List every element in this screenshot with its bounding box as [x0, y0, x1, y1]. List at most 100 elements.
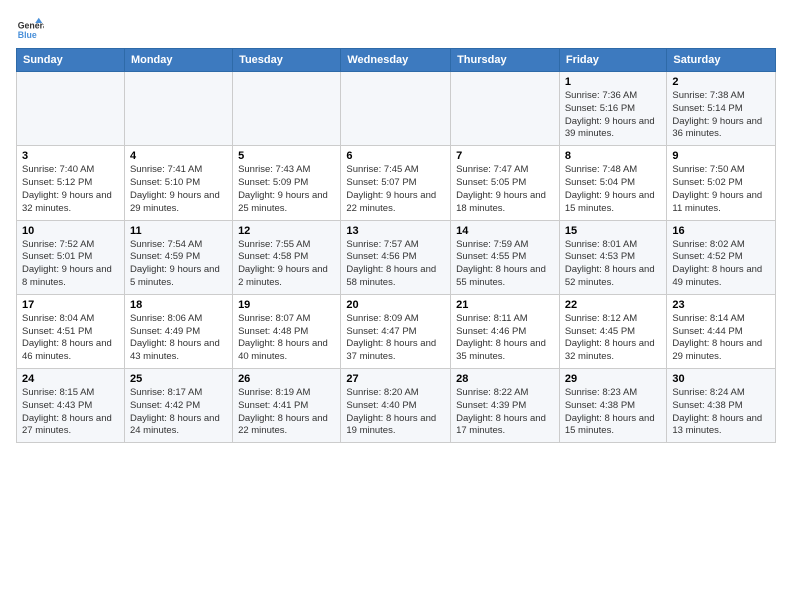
cell-info: Sunrise: 7:41 AM Sunset: 5:10 PM Dayligh…	[130, 164, 227, 215]
cell-day-number: 9	[672, 150, 770, 162]
calendar-cell: 21 Sunrise: 8:11 AM Sunset: 4:46 PM Dayli…	[451, 294, 560, 368]
weekday-header-monday: Monday	[124, 49, 232, 72]
cell-info: Sunrise: 8:06 AM Sunset: 4:49 PM Dayligh…	[130, 313, 227, 364]
calendar-cell: 13 Sunrise: 7:57 AM Sunset: 4:56 PM Dayli…	[341, 220, 451, 294]
cell-day-number: 12	[238, 225, 335, 237]
cell-info: Sunrise: 8:01 AM Sunset: 4:53 PM Dayligh…	[565, 239, 662, 290]
calendar-table: SundayMondayTuesdayWednesdayThursdayFrid…	[16, 48, 776, 443]
calendar-cell: 23Sunrise: 8:14 AM Sunset: 4:44 PM Dayli…	[667, 294, 776, 368]
calendar-cell: 3Sunrise: 7:40 AM Sunset: 5:12 PM Daylig…	[17, 146, 125, 220]
cell-day-number: 7	[456, 150, 554, 162]
calendar-cell: 29Sunrise: 8:23 AM Sunset: 4:38 PM Dayli…	[559, 369, 667, 443]
cell-info: Sunrise: 7:57 AM Sunset: 4:56 PM Dayligh…	[346, 239, 445, 290]
calendar-cell	[341, 72, 451, 146]
week-row-4: 17Sunrise: 8:04 AM Sunset: 4:51 PM Dayli…	[17, 294, 776, 368]
calendar-cell: 10 Sunrise: 7:52 AM Sunset: 5:01 PM Dayli…	[17, 220, 125, 294]
cell-info: Sunrise: 8:23 AM Sunset: 4:38 PM Dayligh…	[565, 387, 662, 438]
calendar-cell: 22 Sunrise: 8:12 AM Sunset: 4:45 PM Dayli…	[559, 294, 667, 368]
weekday-header-wednesday: Wednesday	[341, 49, 451, 72]
cell-info: Sunrise: 7:50 AM Sunset: 5:02 PM Dayligh…	[672, 164, 770, 215]
calendar-cell: 28 Sunrise: 8:22 AM Sunset: 4:39 PM Dayli…	[451, 369, 560, 443]
cell-day-number: 15	[565, 225, 662, 237]
weekday-header-tuesday: Tuesday	[233, 49, 341, 72]
calendar-cell: 1 Sunrise: 7:36 AM Sunset: 5:16 PM Daylig…	[559, 72, 667, 146]
cell-info: Sunrise: 8:24 AM Sunset: 4:38 PM Dayligh…	[672, 387, 770, 438]
cell-day-number: 3	[22, 150, 119, 162]
calendar-cell: 9 Sunrise: 7:50 AM Sunset: 5:02 PM Daylig…	[667, 146, 776, 220]
calendar-cell: 19 Sunrise: 8:07 AM Sunset: 4:48 PM Dayli…	[233, 294, 341, 368]
calendar-cell: 27 Sunrise: 8:20 AM Sunset: 4:40 PM Dayli…	[341, 369, 451, 443]
cell-info: Sunrise: 8:15 AM Sunset: 4:43 PM Dayligh…	[22, 387, 119, 438]
cell-day-number: 6	[346, 150, 445, 162]
cell-info: Sunrise: 7:48 AM Sunset: 5:04 PM Dayligh…	[565, 164, 662, 215]
calendar-cell: 5Sunrise: 7:43 AM Sunset: 5:09 PM Daylig…	[233, 146, 341, 220]
cell-day-number: 30	[672, 373, 770, 385]
week-row-3: 10 Sunrise: 7:52 AM Sunset: 5:01 PM Dayli…	[17, 220, 776, 294]
calendar-cell	[451, 72, 560, 146]
week-row-5: 24 Sunrise: 8:15 AM Sunset: 4:43 PM Dayli…	[17, 369, 776, 443]
calendar-cell: 26 Sunrise: 8:19 AM Sunset: 4:41 PM Dayli…	[233, 369, 341, 443]
weekday-header-saturday: Saturday	[667, 49, 776, 72]
cell-info: Sunrise: 8:20 AM Sunset: 4:40 PM Dayligh…	[346, 387, 445, 438]
cell-info: Sunrise: 7:36 AM Sunset: 5:16 PM Dayligh…	[565, 90, 662, 141]
calendar-cell: 25 Sunrise: 8:17 AM Sunset: 4:42 PM Dayli…	[124, 369, 232, 443]
cell-info: Sunrise: 8:11 AM Sunset: 4:46 PM Dayligh…	[456, 313, 554, 364]
calendar-cell: 8 Sunrise: 7:48 AM Sunset: 5:04 PM Daylig…	[559, 146, 667, 220]
logo-icon: General Blue	[16, 16, 44, 44]
cell-info: Sunrise: 7:59 AM Sunset: 4:55 PM Dayligh…	[456, 239, 554, 290]
cell-day-number: 16	[672, 225, 770, 237]
cell-info: Sunrise: 8:12 AM Sunset: 4:45 PM Dayligh…	[565, 313, 662, 364]
cell-info: Sunrise: 8:09 AM Sunset: 4:47 PM Dayligh…	[346, 313, 445, 364]
cell-info: Sunrise: 8:14 AM Sunset: 4:44 PM Dayligh…	[672, 313, 770, 364]
calendar-cell	[124, 72, 232, 146]
cell-day-number: 28	[456, 373, 554, 385]
cell-day-number: 11	[130, 225, 227, 237]
cell-day-number: 19	[238, 299, 335, 311]
cell-day-number: 18	[130, 299, 227, 311]
cell-info: Sunrise: 8:22 AM Sunset: 4:39 PM Dayligh…	[456, 387, 554, 438]
calendar-cell: 16Sunrise: 8:02 AM Sunset: 4:52 PM Dayli…	[667, 220, 776, 294]
calendar-cell: 6Sunrise: 7:45 AM Sunset: 5:07 PM Daylig…	[341, 146, 451, 220]
calendar-cell: 18 Sunrise: 8:06 AM Sunset: 4:49 PM Dayli…	[124, 294, 232, 368]
cell-info: Sunrise: 8:07 AM Sunset: 4:48 PM Dayligh…	[238, 313, 335, 364]
calendar-cell: 4Sunrise: 7:41 AM Sunset: 5:10 PM Daylig…	[124, 146, 232, 220]
cell-info: Sunrise: 8:19 AM Sunset: 4:41 PM Dayligh…	[238, 387, 335, 438]
cell-day-number: 14	[456, 225, 554, 237]
weekday-header-row: SundayMondayTuesdayWednesdayThursdayFrid…	[17, 49, 776, 72]
cell-day-number: 22	[565, 299, 662, 311]
calendar-cell: 14 Sunrise: 7:59 AM Sunset: 4:55 PM Dayli…	[451, 220, 560, 294]
svg-text:Blue: Blue	[18, 30, 37, 40]
cell-day-number: 5	[238, 150, 335, 162]
cell-info: Sunrise: 7:52 AM Sunset: 5:01 PM Dayligh…	[22, 239, 119, 290]
calendar-cell: 12 Sunrise: 7:55 AM Sunset: 4:58 PM Dayli…	[233, 220, 341, 294]
weekday-header-thursday: Thursday	[451, 49, 560, 72]
cell-day-number: 10	[22, 225, 119, 237]
cell-info: Sunrise: 7:54 AM Sunset: 4:59 PM Dayligh…	[130, 239, 227, 290]
cell-day-number: 1	[565, 76, 662, 88]
cell-day-number: 25	[130, 373, 227, 385]
cell-day-number: 8	[565, 150, 662, 162]
calendar-cell	[233, 72, 341, 146]
calendar-cell	[17, 72, 125, 146]
calendar-cell: 17Sunrise: 8:04 AM Sunset: 4:51 PM Dayli…	[17, 294, 125, 368]
cell-day-number: 17	[22, 299, 119, 311]
weekday-header-sunday: Sunday	[17, 49, 125, 72]
week-row-2: 3Sunrise: 7:40 AM Sunset: 5:12 PM Daylig…	[17, 146, 776, 220]
cell-day-number: 21	[456, 299, 554, 311]
cell-day-number: 20	[346, 299, 445, 311]
cell-info: Sunrise: 7:55 AM Sunset: 4:58 PM Dayligh…	[238, 239, 335, 290]
page-header: General Blue	[16, 16, 776, 44]
cell-day-number: 2	[672, 76, 770, 88]
cell-day-number: 27	[346, 373, 445, 385]
cell-info: Sunrise: 8:17 AM Sunset: 4:42 PM Dayligh…	[130, 387, 227, 438]
calendar-cell: 30 Sunrise: 8:24 AM Sunset: 4:38 PM Dayli…	[667, 369, 776, 443]
calendar-cell: 11 Sunrise: 7:54 AM Sunset: 4:59 PM Dayli…	[124, 220, 232, 294]
cell-day-number: 24	[22, 373, 119, 385]
cell-day-number: 13	[346, 225, 445, 237]
calendar-cell: 24 Sunrise: 8:15 AM Sunset: 4:43 PM Dayli…	[17, 369, 125, 443]
cell-day-number: 26	[238, 373, 335, 385]
calendar-cell: 2 Sunrise: 7:38 AM Sunset: 5:14 PM Daylig…	[667, 72, 776, 146]
cell-info: Sunrise: 7:47 AM Sunset: 5:05 PM Dayligh…	[456, 164, 554, 215]
cell-info: Sunrise: 7:38 AM Sunset: 5:14 PM Dayligh…	[672, 90, 770, 141]
calendar-cell: 7 Sunrise: 7:47 AM Sunset: 5:05 PM Daylig…	[451, 146, 560, 220]
